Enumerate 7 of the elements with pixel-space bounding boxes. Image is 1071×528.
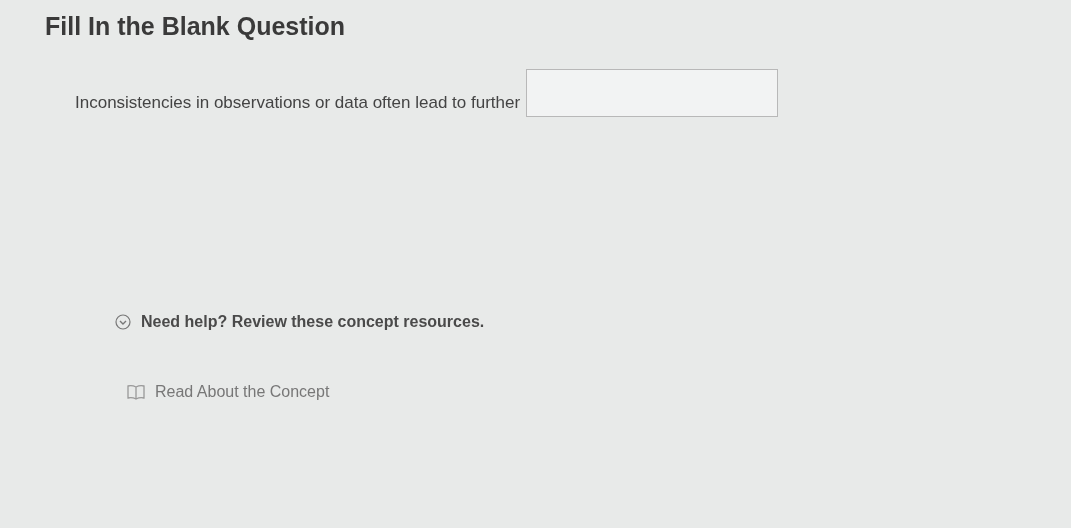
question-title: Fill In the Blank Question bbox=[45, 12, 346, 41]
help-heading[interactable]: Need help? Review these concept resources. bbox=[141, 313, 485, 331]
book-icon bbox=[127, 384, 145, 400]
answer-field[interactable] bbox=[526, 69, 779, 117]
read-concept-link[interactable]: Read About the Concept bbox=[155, 383, 330, 401]
chevron-circle-icon[interactable] bbox=[115, 314, 131, 330]
question-text: Inconsistencies in observations or data often lead to further bbox=[75, 93, 521, 113]
